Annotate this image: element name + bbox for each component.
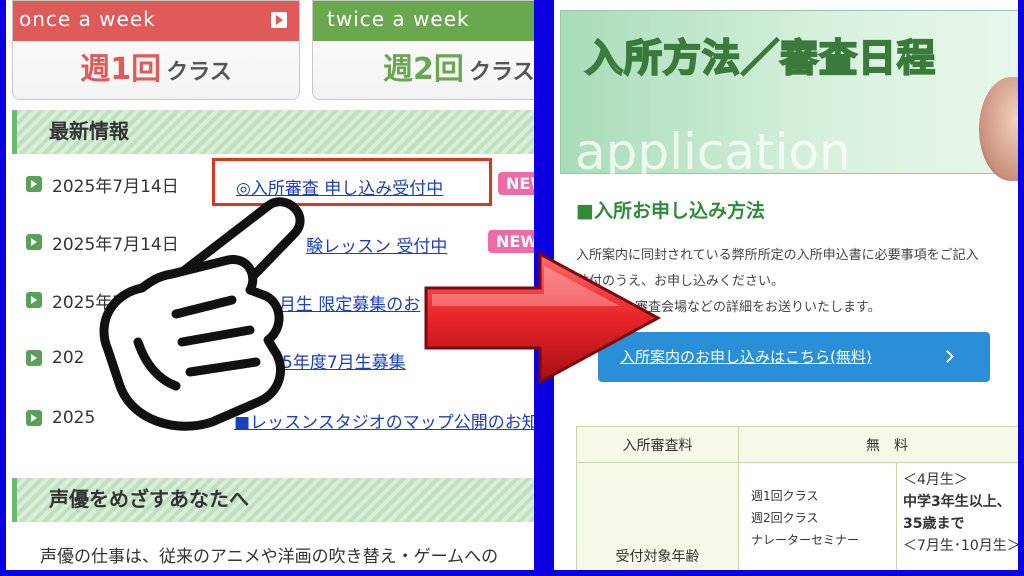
news-section-title: 最新情報 <box>49 119 129 143</box>
class-card-once-a-week[interactable]: once a week 週1回 クラス <box>12 0 300 100</box>
about-section-header: 声優をめざすあなたへ <box>12 478 534 522</box>
banner-subtitle: application <box>575 123 851 181</box>
red-arrow-right-icon <box>424 251 662 385</box>
arrow-right-icon <box>271 12 287 28</box>
class-card-header: once a week <box>13 1 299 41</box>
class-name: 週1回クラス <box>751 488 819 503</box>
table-cell: 週1回クラス 週2回クラス ナレーターセミナー <box>738 462 897 570</box>
table-row-label: 受付対象年齢 <box>615 549 700 565</box>
chevron-right-icon <box>941 350 954 363</box>
class-card-header: twice a week <box>313 1 534 41</box>
banner-title: 入所方法／審査日程 <box>584 35 937 81</box>
class-label: クラス <box>166 60 232 85</box>
arrow-right-icon <box>26 292 42 308</box>
class-name: 週2回クラス <box>751 510 819 525</box>
class-card-body: 週1回 クラス <box>13 41 299 101</box>
class-card-header-text: twice a week <box>327 7 470 31</box>
application-banner: 入所方法／審査日程 application <box>560 10 1018 181</box>
section-heading: ■入所お申し込み方法 <box>576 200 765 222</box>
class-label: クラス <box>468 60 535 85</box>
about-section-title: 声優をめざすあなたへ <box>49 487 249 511</box>
class-card-header-text: once a week <box>19 7 156 31</box>
age-line: 35歳まで <box>903 516 965 532</box>
table-cell: 受付対象年齢 <box>576 462 739 570</box>
age-line: ＜4月生＞ <box>903 472 968 488</box>
new-badge: NEW <box>498 172 534 195</box>
person-photo <box>979 77 1018 181</box>
class-card-twice-a-week[interactable]: twice a week 週2回 クラス <box>312 0 535 101</box>
arrow-right-icon <box>26 234 42 250</box>
news-section-header: 最新情報 <box>12 110 534 154</box>
table-row: 受付対象年齢 週1回クラス 週2回クラス ナレーターセミナー ＜4月生＞ 中学3… <box>576 462 1021 570</box>
class-name: ナレーターセミナー <box>751 532 860 547</box>
age-line: 中学3年生以上、 <box>903 494 1011 510</box>
age-line: ＜7月生･10月生＞ <box>903 538 1021 554</box>
table-cell: ＜4月生＞ 中学3年生以上、 35歳まで ＜7月生･10月生＞ <box>896 462 1021 570</box>
arrow-right-icon <box>26 410 42 426</box>
arrow-right-icon <box>26 176 42 192</box>
class-frequency: 週2回 <box>383 52 464 87</box>
table-cell: 無 料 <box>738 426 1018 463</box>
arrow-right-icon <box>26 350 42 366</box>
about-section-text: 声優の仕事は、従来のアニメや洋画の吹き替え・ゲームへの <box>40 547 499 567</box>
table-cell: 入所審査料 <box>576 426 739 463</box>
application-table: 入所審査料 無 料 受付対象年齢 週1回クラス 週2回クラス ナレーターセミナー… <box>576 426 1021 570</box>
pointing-hand-icon <box>99 197 305 431</box>
class-frequency: 週1回 <box>80 52 162 87</box>
table-row: 入所審査料 無 料 <box>576 426 1018 463</box>
class-card-body: 週2回 クラス <box>313 41 535 101</box>
